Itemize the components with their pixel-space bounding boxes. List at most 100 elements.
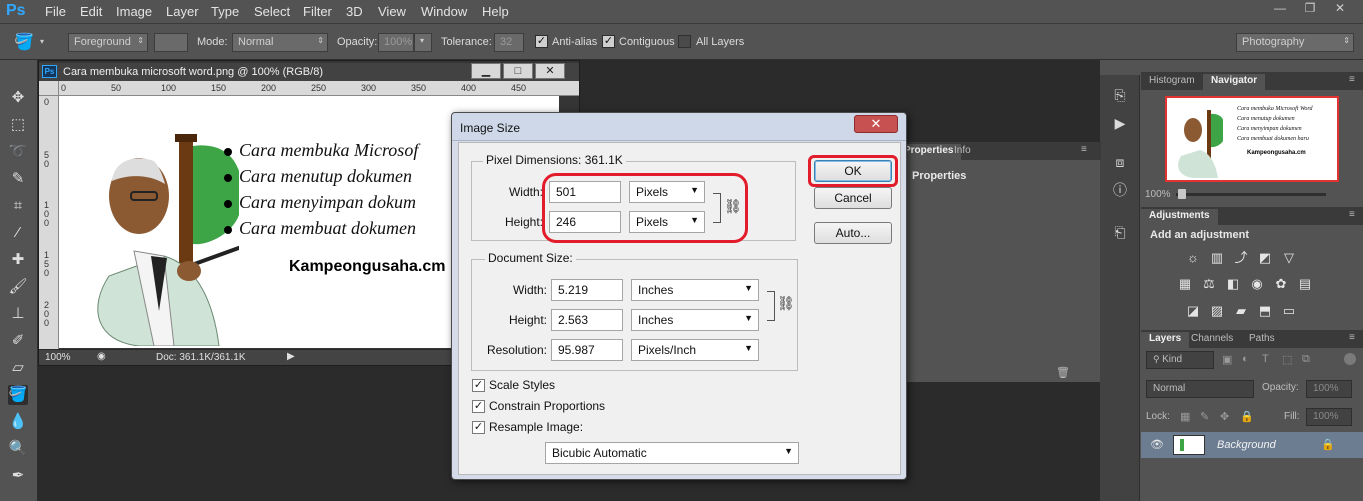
dialog-titlebar[interactable]: Image Size ✕ bbox=[452, 113, 906, 141]
layer-comps-icon[interactable]: ⎗ bbox=[1110, 222, 1130, 242]
menu-select[interactable]: Select bbox=[254, 4, 290, 19]
color-lookup-icon[interactable]: ▤ bbox=[1298, 277, 1312, 291]
resample-method-select[interactable]: Bicubic Automatic ▼ bbox=[545, 442, 799, 464]
menu-view[interactable]: View bbox=[378, 4, 406, 19]
fill-source-select[interactable]: Foreground ⇕ bbox=[68, 33, 148, 52]
tolerance-input[interactable]: 32 bbox=[494, 33, 524, 52]
black-white-icon[interactable]: ◧ bbox=[1226, 277, 1240, 291]
filter-adjustment-icon[interactable]: ◐ bbox=[1242, 353, 1249, 365]
panel-menu-icon[interactable]: ≡ bbox=[1081, 144, 1087, 155]
quick-select-tool-icon[interactable]: ✎ bbox=[8, 169, 28, 189]
menu-window[interactable]: Window bbox=[421, 4, 467, 19]
tab-paths[interactable]: Paths bbox=[1241, 332, 1283, 348]
tab-layers[interactable]: Layers bbox=[1141, 332, 1190, 348]
brush-tool-icon[interactable]: 🖌 bbox=[8, 277, 28, 297]
menu-filter[interactable]: Filter bbox=[303, 4, 332, 19]
all-layers-checkbox[interactable] bbox=[678, 35, 691, 48]
status-info-icon[interactable]: ◉ bbox=[97, 351, 106, 362]
invert-icon[interactable]: ◪ bbox=[1186, 304, 1200, 318]
status-menu-arrow-icon[interactable]: ▶ bbox=[287, 351, 295, 362]
healing-brush-tool-icon[interactable]: ✚ bbox=[8, 250, 28, 270]
filter-shape-icon[interactable]: ⬚ bbox=[1282, 353, 1292, 366]
layer-fill-input[interactable]: 100% bbox=[1306, 408, 1352, 426]
filter-type-icon[interactable]: T bbox=[1262, 353, 1269, 365]
restore-app-button[interactable]: ❐ bbox=[1296, 0, 1324, 18]
doc-height-input[interactable]: 2.563 bbox=[551, 309, 623, 331]
trash-icon[interactable]: 🗑 bbox=[1056, 366, 1070, 379]
navigator-zoom-slider[interactable] bbox=[1176, 193, 1326, 196]
eyedropper-tool-icon[interactable]: ⁄ bbox=[8, 223, 28, 243]
pen-tool-icon[interactable]: ✒ bbox=[8, 466, 28, 486]
lock-position-icon[interactable]: ✥ bbox=[1220, 410, 1229, 423]
filter-pixel-icon[interactable]: ▣ bbox=[1222, 353, 1232, 366]
info-icon[interactable]: ⓘ bbox=[1110, 180, 1130, 200]
lock-pixels-icon[interactable]: ✎ bbox=[1200, 410, 1209, 423]
hue-saturation-icon[interactable]: ▦ bbox=[1178, 277, 1192, 291]
vertical-ruler[interactable]: 0 5 0 1 0 0 1 5 0 2 0 0 bbox=[39, 96, 59, 349]
doc-width-unit-select[interactable]: Inches ▼ bbox=[631, 279, 759, 301]
layer-blend-mode-select[interactable]: Normal bbox=[1146, 380, 1254, 398]
doc-height-unit-select[interactable]: Inches ▼ bbox=[631, 309, 759, 331]
panel-menu-icon[interactable]: ≡ bbox=[1349, 332, 1355, 343]
color-balance-icon[interactable]: ⚖ bbox=[1202, 277, 1216, 291]
workspace-select[interactable]: Photography ⇕ bbox=[1236, 33, 1354, 52]
layer-row-background[interactable]: 👁 Background 🔒 bbox=[1141, 432, 1363, 458]
move-tool-icon[interactable]: ✥ bbox=[8, 88, 28, 108]
tab-histogram[interactable]: Histogram bbox=[1141, 74, 1203, 90]
contiguous-checkbox[interactable]: ✓ bbox=[602, 35, 615, 48]
selective-color-icon[interactable]: ⬒ bbox=[1258, 304, 1272, 318]
document-titlebar[interactable]: Ps Cara membuka microsoft word.png @ 100… bbox=[39, 63, 579, 81]
tab-channels[interactable]: Channels bbox=[1183, 332, 1241, 348]
minimize-app-button[interactable]: — bbox=[1266, 0, 1294, 18]
menu-type[interactable]: Type bbox=[211, 4, 239, 19]
channel-mixer-icon[interactable]: ✿ bbox=[1274, 277, 1288, 291]
levels-icon[interactable]: ▥ bbox=[1210, 251, 1224, 265]
paint-bucket-preset-icon[interactable]: 🪣 bbox=[14, 32, 40, 52]
maximize-doc-button[interactable]: □ bbox=[503, 63, 533, 79]
eye-visibility-icon[interactable]: 👁 bbox=[1150, 438, 1164, 451]
exposure-icon[interactable]: ◩ bbox=[1258, 251, 1272, 265]
opacity-input[interactable]: 100% bbox=[378, 33, 414, 52]
crop-tool-icon[interactable]: ⌗ bbox=[8, 196, 28, 216]
curves-icon[interactable]: ⤴ bbox=[1234, 251, 1248, 265]
blur-tool-icon[interactable]: 💧 bbox=[8, 412, 28, 432]
lock-transparent-icon[interactable]: ▦ bbox=[1180, 410, 1190, 423]
threshold-icon[interactable]: ▰ bbox=[1234, 304, 1248, 318]
panel-menu-icon[interactable]: ≡ bbox=[1349, 209, 1355, 220]
cancel-button[interactable]: Cancel bbox=[814, 187, 892, 209]
marquee-tool-icon[interactable]: ⬚ bbox=[8, 115, 28, 135]
menu-image[interactable]: Image bbox=[116, 4, 152, 19]
menu-layer[interactable]: Layer bbox=[166, 4, 199, 19]
dialog-close-button[interactable]: ✕ bbox=[854, 115, 898, 133]
gradient-map-icon[interactable]: ▭ bbox=[1282, 304, 1296, 318]
close-doc-button[interactable]: ✕ bbox=[535, 63, 565, 79]
filter-toggle-icon[interactable] bbox=[1344, 353, 1356, 365]
photo-filter-icon[interactable]: ◉ bbox=[1250, 277, 1264, 291]
resolution-unit-select[interactable]: Pixels/Inch ▼ bbox=[631, 339, 759, 361]
scale-styles-checkbox[interactable]: ✓ bbox=[472, 379, 485, 392]
menu-3d[interactable]: 3D bbox=[346, 4, 363, 19]
lasso-tool-icon[interactable]: ➰ bbox=[8, 142, 28, 162]
vibrance-icon[interactable]: ▽ bbox=[1282, 251, 1296, 265]
opacity-dropdown[interactable]: ▾ bbox=[414, 33, 432, 52]
mode-select[interactable]: Normal ⇕ bbox=[232, 33, 328, 52]
brightness-icon[interactable]: ☼ bbox=[1186, 251, 1200, 265]
3d-cube-icon[interactable]: ⧈ bbox=[1110, 152, 1130, 172]
pattern-picker[interactable] bbox=[154, 33, 188, 52]
history-icon[interactable]: ⎘ bbox=[1110, 85, 1130, 105]
navigator-zoom[interactable]: 100% bbox=[1145, 189, 1171, 200]
chevron-down-icon[interactable]: ▾ bbox=[40, 37, 44, 46]
menu-help[interactable]: Help bbox=[482, 4, 509, 19]
filter-smart-object-icon[interactable]: ⧉ bbox=[1302, 353, 1310, 366]
layer-opacity-input[interactable]: 100% bbox=[1306, 380, 1352, 398]
auto-button[interactable]: Auto... bbox=[814, 222, 892, 244]
tab-info[interactable]: Info bbox=[946, 144, 979, 160]
panel-menu-icon[interactable]: ≡ bbox=[1349, 74, 1355, 85]
resample-image-checkbox[interactable]: ✓ bbox=[472, 421, 485, 434]
zoom-level[interactable]: 100% bbox=[45, 352, 71, 363]
constrain-proportions-checkbox[interactable]: ✓ bbox=[472, 400, 485, 413]
menu-file[interactable]: File bbox=[45, 4, 66, 19]
menu-edit[interactable]: Edit bbox=[80, 4, 102, 19]
tab-navigator[interactable]: Navigator bbox=[1203, 74, 1266, 90]
layer-filter-kind-select[interactable]: ⚲ Kind bbox=[1146, 351, 1214, 369]
